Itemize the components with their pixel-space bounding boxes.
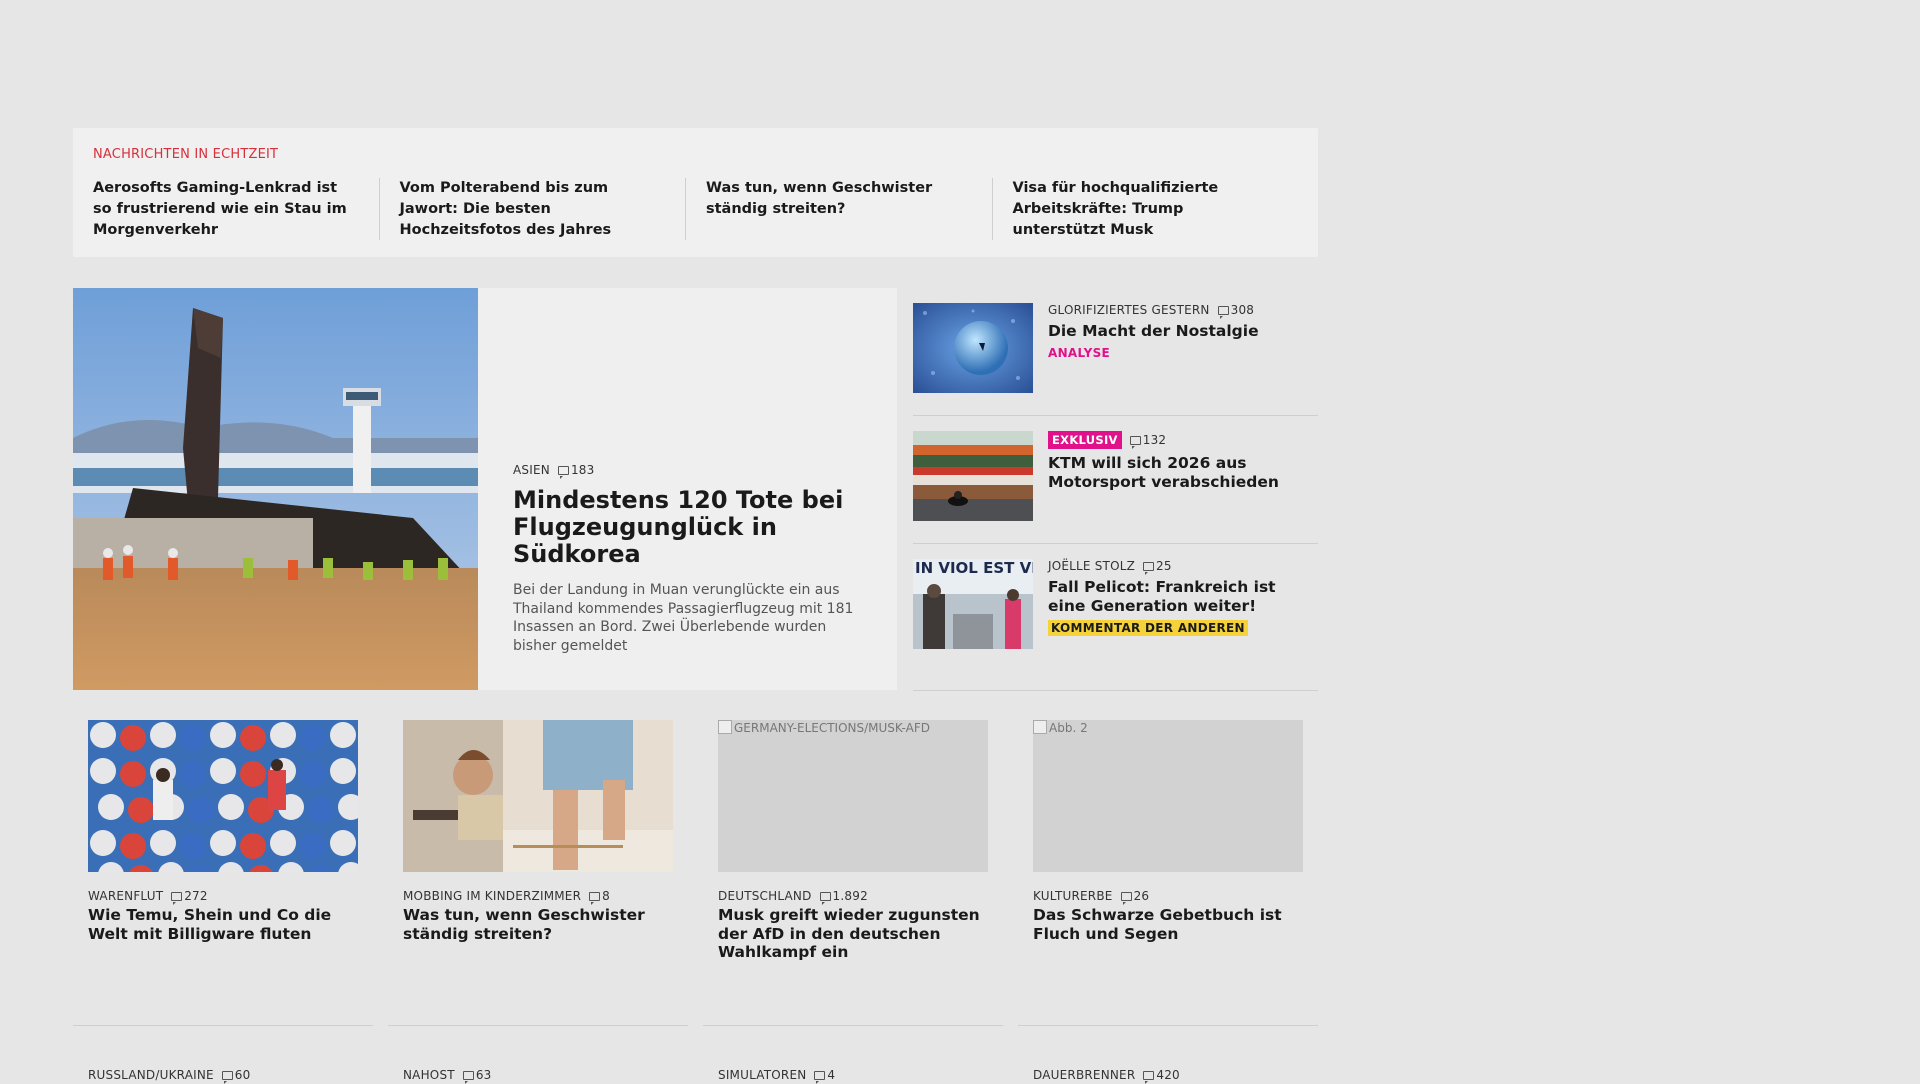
side-title[interactable]: KTM will sich 2026 aus Motorsport verabs…	[1048, 454, 1318, 492]
comment-icon	[1143, 561, 1155, 575]
comment-icon	[1129, 435, 1141, 449]
comment-count[interactable]: 26	[1120, 889, 1150, 905]
comment-icon	[589, 891, 601, 905]
live-news-ticker: NACHRICHTEN IN ECHTZEIT Aerosofts Gaming…	[73, 128, 1318, 257]
card-image-siblings[interactable]	[403, 720, 673, 872]
broken-image-alt: Abb. 2	[1033, 720, 1088, 735]
ticker-item[interactable]: Was tun, wenn Geschwister ständig streit…	[706, 178, 993, 240]
side-article[interactable]: IN VIOL EST VIOL JOËLLE STOLZ 25 Fall P	[913, 544, 1318, 691]
card-meta: DEUTSCHLAND 1.892	[718, 889, 868, 905]
comment-count[interactable]: 25	[1143, 559, 1172, 575]
side-title[interactable]: Die Macht der Nostalgie	[1048, 322, 1318, 341]
article-card[interactable]: MOBBING IM KINDERZIMMER 8 Was tun, wenn …	[388, 720, 688, 1026]
article-card[interactable]: WARENFLUT 272 Wie Temu, Shein und Co die…	[73, 720, 373, 1026]
side-title[interactable]: Fall Pelicot: Frankreich ist eine Genera…	[1048, 578, 1318, 616]
hero-kicker: ASIEN	[513, 463, 550, 477]
hero-text: ASIEN 183 Mindestens 120 Tote bei Flug­z…	[513, 463, 873, 655]
comment-count[interactable]: 183	[557, 463, 595, 479]
thumb-ktm-motorsport[interactable]	[913, 431, 1033, 521]
ticker-item[interactable]: Aerosofts Gaming-Lenkrad ist so frus­tri…	[93, 178, 380, 240]
comment-count-value: 272	[184, 889, 208, 903]
side-article-text: EXKLUSIV 132 KTM will sich 2026 aus Moto…	[1048, 431, 1318, 492]
comment-count-value: 308	[1230, 303, 1255, 317]
thumb-pelicot-protest[interactable]: IN VIOL EST VIOL	[913, 559, 1033, 649]
card-meta: KULTURERBE 26	[1033, 889, 1150, 905]
side-article-text: JOËLLE STOLZ 25 Fall Pelicot: Frankreich…	[1048, 559, 1318, 636]
protest-sign-text: IN VIOL EST VIOL	[915, 559, 1033, 577]
comment-icon	[462, 1070, 474, 1084]
side-meta: JOËLLE STOLZ 25	[1048, 559, 1318, 575]
comment-icon	[557, 465, 569, 479]
ticker-item[interactable]: Visa für hochqualifizierte Arbeits­kräft…	[1013, 178, 1299, 240]
comment-icon	[1120, 891, 1132, 905]
card-kicker: DEUTSCHLAND	[718, 889, 812, 903]
side-meta: GLORIFIZIERTES GESTERN 308	[1048, 303, 1318, 319]
comment-count-value: 1.892	[832, 889, 868, 903]
hero-teaser: Bei der Landung in Muan verunglückte ein…	[513, 582, 854, 654]
comment-icon	[221, 1070, 233, 1084]
side-kicker: JOËLLE STOLZ	[1048, 559, 1136, 573]
card-meta: MOBBING IM KINDERZIMMER 8	[403, 889, 610, 905]
broken-image-icon	[718, 720, 732, 734]
card-kicker: MOBBING IM KINDERZIMMER	[403, 889, 582, 903]
card-image-broken[interactable]: GERMANY-ELECTIONS/MUSK-AFD	[718, 720, 988, 872]
side-kicker: GLORIFIZIERTES GESTERN	[1048, 303, 1210, 317]
comment-icon	[814, 1070, 826, 1084]
content-area: NACHRICHTEN IN ECHTZEIT Aerosofts Gaming…	[73, 128, 1318, 1084]
broken-image-alt-text: GERMANY-ELECTIONS/MUSK-AFD	[734, 721, 930, 735]
hero-article[interactable]: ASIEN 183 Mindestens 120 Tote bei Flug­z…	[73, 288, 897, 690]
card-title[interactable]: Wie Temu, Shein und Co die Welt mit Bill…	[88, 906, 358, 943]
side-meta: EXKLUSIV 132	[1048, 431, 1318, 449]
ticker-title: NACHRICHTEN IN ECHTZEIT	[93, 147, 279, 162]
article-grid: WARENFLUT 272 Wie Temu, Shein und Co die…	[73, 720, 1318, 1026]
comment-icon	[819, 891, 831, 905]
hero-image-plane-crash[interactable]	[73, 288, 478, 690]
comment-icon	[1143, 1070, 1155, 1084]
exclusive-badge: EXKLUSIV	[1048, 431, 1122, 449]
broken-image-icon	[1033, 720, 1047, 734]
card-kicker: KULTURERBE	[1033, 889, 1113, 903]
card-title[interactable]: Das Schwarze Gebetbuch ist Fluch und Seg…	[1033, 906, 1303, 943]
side-article-list: GLORIFIZIERTES GESTERN 308 Die Macht der…	[913, 288, 1318, 691]
card-image-broken[interactable]: Abb. 2	[1033, 720, 1303, 872]
opinion-tag: KOMMENTAR DER ANDEREN	[1048, 620, 1248, 636]
side-article[interactable]: GLORIFIZIERTES GESTERN 308 Die Macht der…	[913, 288, 1318, 416]
comment-count[interactable]: 1.892	[819, 889, 868, 905]
hero-meta: ASIEN 183	[513, 463, 873, 479]
card-meta: WARENFLUT 272	[88, 889, 208, 905]
card-kicker: WARENFLUT	[88, 889, 164, 903]
article-card[interactable]: Abb. 2 KULTURERBE 26 Das Schwarze Gebetb…	[1018, 720, 1318, 1026]
comment-icon	[1217, 305, 1229, 319]
card-title[interactable]: Was tun, wenn Geschwister ständig streit…	[403, 906, 673, 943]
comment-icon	[171, 891, 183, 905]
ticker-list: Aerosofts Gaming-Lenkrad ist so frus­tri…	[93, 178, 1298, 240]
comment-count[interactable]: 8	[589, 889, 610, 905]
side-article[interactable]: EXKLUSIV 132 KTM will sich 2026 aus Moto…	[913, 416, 1318, 544]
broken-image-alt: GERMANY-ELECTIONS/MUSK-AFD	[718, 720, 930, 735]
comment-count-value: 132	[1142, 433, 1167, 447]
comment-count[interactable]: 308	[1217, 303, 1255, 319]
ticker-item[interactable]: Vom Polterabend bis zum Jawort: Die best…	[400, 178, 686, 240]
analysis-tag: ANALYSE	[1048, 346, 1111, 360]
comment-count[interactable]: 272	[171, 889, 208, 905]
comment-count-value: 8	[602, 889, 610, 903]
article-card[interactable]: GERMANY-ELECTIONS/MUSK-AFD DEUTSCHLAND 1…	[703, 720, 1003, 1026]
side-article-text: GLORIFIZIERTES GESTERN 308 Die Macht der…	[1048, 303, 1318, 360]
comment-count-value: 26	[1133, 889, 1150, 903]
thumb-nostalgia[interactable]	[913, 303, 1033, 393]
hero-title[interactable]: Mindestens 120 Tote bei Flug­zeugunglück…	[513, 487, 873, 568]
card-title[interactable]: Musk greift wieder zugunsten der AfD in …	[718, 906, 988, 962]
comment-count-value: 25	[1156, 559, 1172, 573]
comment-count-value: 183	[570, 463, 595, 477]
card-image-cheap-goods[interactable]	[88, 720, 358, 872]
comment-count[interactable]: 132	[1129, 433, 1167, 449]
broken-image-alt-text: Abb. 2	[1049, 721, 1088, 735]
